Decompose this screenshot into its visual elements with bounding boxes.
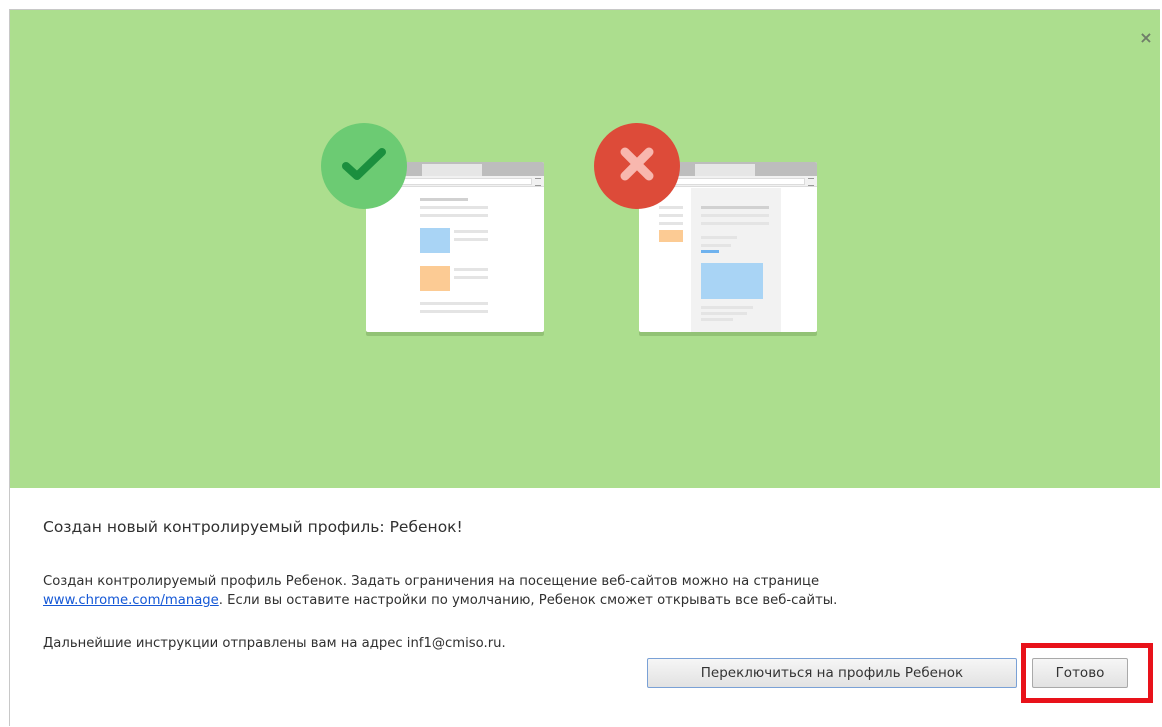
- switch-profile-button[interactable]: Переключиться на профиль Ребенок: [647, 658, 1017, 688]
- cross-icon: [618, 145, 656, 187]
- close-icon[interactable]: ×: [1138, 30, 1154, 46]
- instructions-text: Дальнейшие инструкции отправлены вам на …: [43, 636, 506, 651]
- allowed-badge: [321, 123, 407, 209]
- manage-link[interactable]: www.chrome.com/manage: [43, 593, 219, 608]
- description-text-rest: . Если вы оставите настройки по умолчани…: [218, 593, 838, 608]
- supervised-profile-dialog: × Создан новый контролируемый профиль: Р…: [9, 9, 1160, 727]
- checkmark-icon: [342, 147, 386, 185]
- blocked-badge: [594, 123, 680, 209]
- dialog-heading: Создан новый контролируемый профиль: Реб…: [43, 518, 463, 536]
- highlight-frame: [1021, 643, 1153, 703]
- dialog-content: Создан новый контролируемый профиль: Реб…: [10, 488, 1160, 727]
- description-text: Создан контролируемый профиль Ребенок. З…: [43, 574, 820, 589]
- dialog-description: Создан контролируемый профиль Ребенок. З…: [43, 572, 1133, 610]
- hero-illustration: ×: [10, 10, 1160, 488]
